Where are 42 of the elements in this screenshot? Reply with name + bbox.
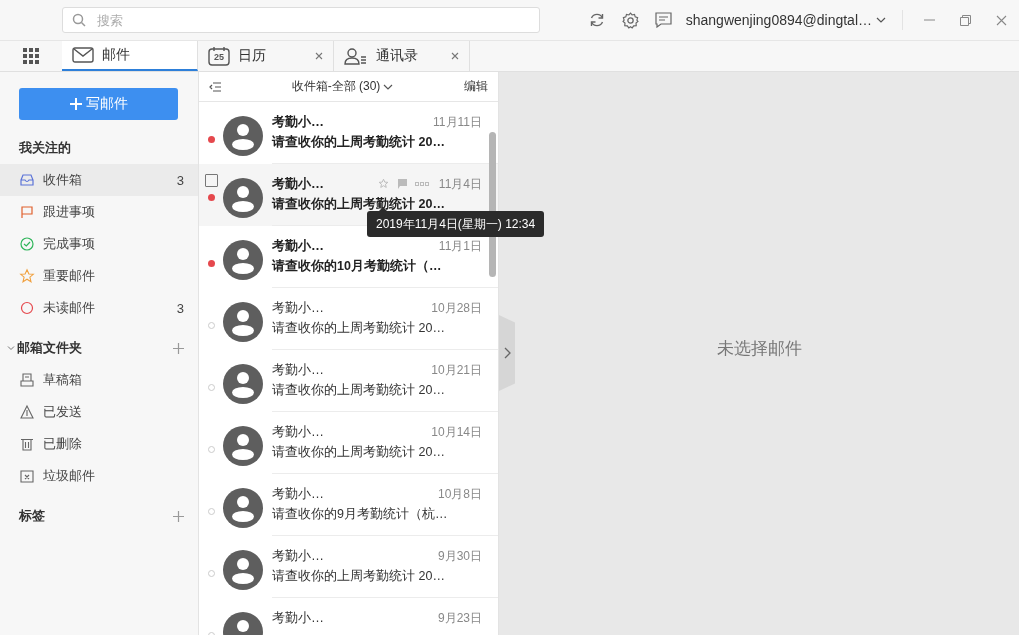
mail-subject: 请查收你的上周考勤统计 20…: [272, 444, 446, 461]
calendar-icon: 25: [208, 46, 230, 66]
mail-subject: 请查收你的9月考勤统计（杭…: [272, 506, 449, 523]
item-label: 完成事项: [43, 235, 95, 253]
sender-name: 考勤小…: [272, 236, 324, 255]
section-title: 我关注的: [19, 139, 71, 157]
mail-date: 10月28日: [431, 300, 482, 317]
sender-name: 考勤小…: [272, 422, 324, 441]
mail-subject: 请查收你的上周考勤统计 20…: [272, 382, 446, 399]
empty-state-text: 未选择邮件: [716, 338, 802, 360]
mail-date: 10月8日: [437, 486, 482, 503]
item-label: 收件箱: [43, 171, 82, 189]
unread-count: 3: [176, 172, 184, 188]
item-label: 已发送: [43, 403, 82, 421]
section-title: 标签: [19, 507, 45, 525]
mail-date: 11月11日: [433, 114, 482, 131]
sender-name: 考勤小…: [272, 174, 324, 193]
mail-date: 9月23日: [437, 610, 482, 627]
mail-date: 11月1日: [438, 238, 482, 255]
section-title: 邮箱文件夹: [17, 339, 82, 357]
sender-name: 考勤小…: [272, 546, 324, 565]
mail-date: 10月21日: [431, 362, 482, 379]
mail-subject: 请查收你的10月考勤统计（…: [272, 258, 443, 275]
item-label: 跟进事项: [43, 203, 95, 221]
item-label: 草稿箱: [43, 371, 82, 389]
mail-date: 11月4日: [438, 176, 482, 193]
mail-subject: 请查收你的上周考勤统计 20…: [272, 320, 446, 337]
item-label: 未读邮件: [43, 299, 95, 317]
item-label: 已删除: [43, 435, 82, 453]
sender-name: 考勤小…: [272, 298, 324, 317]
mail-subject: 请查收你的上周考勤统计 20…: [272, 568, 446, 585]
mail-date: 9月30日: [437, 548, 482, 565]
item-label: 垃圾邮件: [43, 467, 95, 485]
unread-count: 3: [176, 300, 184, 316]
item-label: 重要邮件: [43, 267, 95, 285]
mail-subject: 请查收你的上周考勤统计 20…: [272, 196, 446, 213]
sender-name: 考勤小…: [272, 112, 324, 131]
sender-name: 考勤小…: [272, 608, 324, 627]
mail-subject: 请查收你的上周考勤统计 20…: [272, 134, 446, 151]
sender-name: 考勤小…: [272, 484, 324, 503]
sender-name: 考勤小…: [272, 360, 324, 379]
mail-date: 10月14日: [431, 424, 482, 441]
